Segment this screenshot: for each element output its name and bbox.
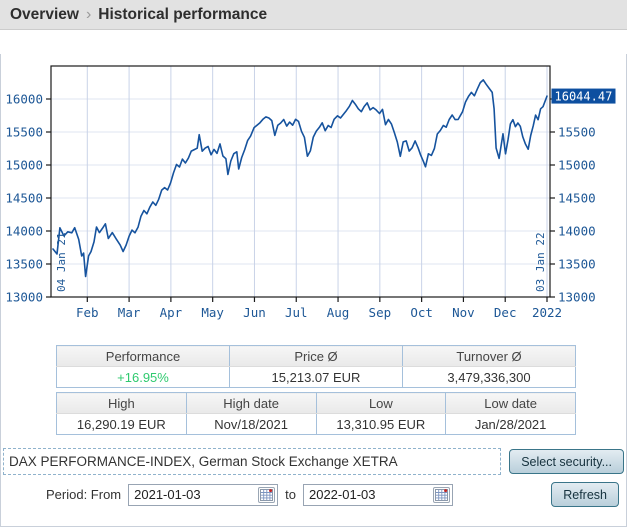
price-avg-value: 15,213.07 EUR xyxy=(230,367,403,388)
calendar-icon xyxy=(435,488,448,501)
svg-text:15500: 15500 xyxy=(558,125,596,140)
table-row: +16.95% 15,213.07 EUR 3,479,336,300 xyxy=(57,367,576,388)
svg-text:Jul: Jul xyxy=(285,305,308,320)
from-date-calendar-button[interactable] xyxy=(258,487,275,503)
svg-text:04 Jan 21: 04 Jan 21 xyxy=(55,232,68,292)
svg-text:15000: 15000 xyxy=(5,158,43,173)
svg-text:Dec: Dec xyxy=(494,305,517,320)
svg-text:14000: 14000 xyxy=(5,224,43,239)
to-date-input[interactable] xyxy=(303,484,453,506)
svg-text:16044.47: 16044.47 xyxy=(555,90,613,104)
turnover-avg-header: Turnover Ø xyxy=(403,346,576,367)
from-date-input[interactable] xyxy=(128,484,278,506)
svg-text:16000: 16000 xyxy=(5,92,43,107)
breadcrumb-separator-icon: › xyxy=(86,6,91,24)
svg-text:15500: 15500 xyxy=(5,125,43,140)
refresh-wrap: Refresh xyxy=(551,482,619,507)
svg-text:14500: 14500 xyxy=(558,191,596,206)
price-avg-header: Price Ø xyxy=(230,346,403,367)
page-title: Historical performance xyxy=(98,6,267,24)
period-to-label: to xyxy=(285,487,296,502)
svg-text:15000: 15000 xyxy=(558,158,596,173)
svg-text:Apr: Apr xyxy=(160,305,183,320)
calendar-icon xyxy=(260,488,273,501)
high-low-stats-table: High High date Low Low date 16,290.19 EU… xyxy=(56,392,576,435)
to-date-calendar-button[interactable] xyxy=(433,487,450,503)
svg-text:Jun: Jun xyxy=(243,305,266,320)
svg-text:May: May xyxy=(201,305,224,320)
svg-text:13500: 13500 xyxy=(5,257,43,272)
svg-text:13000: 13000 xyxy=(558,290,596,305)
period-from-label: Period: From xyxy=(46,487,121,502)
performance-stats-table: Performance Price Ø Turnover Ø +16.95% 1… xyxy=(56,345,576,388)
svg-text:13500: 13500 xyxy=(558,257,596,272)
price-chart: 13000 13000 13500 13500 14000 14000 14500 14500… xyxy=(1,54,623,334)
low-date-header: Low date xyxy=(446,393,576,414)
high-date-header: High date xyxy=(186,393,316,414)
svg-text:03 Jan 22: 03 Jan 22 xyxy=(534,232,547,292)
table-row: Performance Price Ø Turnover Ø xyxy=(57,346,576,367)
svg-text:2022: 2022 xyxy=(532,305,562,320)
breadcrumb-overview[interactable]: Overview xyxy=(10,6,79,24)
high-value: 16,290.19 EUR xyxy=(57,414,187,435)
high-date-value: Nov/18/2021 xyxy=(186,414,316,435)
svg-text:Aug: Aug xyxy=(327,305,350,320)
content-panel: 13000 13000 13500 13500 14000 14000 14500 14500… xyxy=(0,54,627,527)
svg-text:Sep: Sep xyxy=(369,305,392,320)
low-value: 13,310.95 EUR xyxy=(316,414,446,435)
performance-value: +16.95% xyxy=(57,367,230,388)
from-date-wrap xyxy=(128,484,278,506)
table-row: High High date Low Low date xyxy=(57,393,576,414)
selected-security-name: DAX PERFORMANCE-INDEX, German Stock Exch… xyxy=(9,454,398,469)
table-row: 16,290.19 EUR Nov/18/2021 13,310.95 EUR … xyxy=(57,414,576,435)
svg-text:Mar: Mar xyxy=(118,305,141,320)
security-row: DAX PERFORMANCE-INDEX, German Stock Exch… xyxy=(3,448,624,475)
svg-text:13000: 13000 xyxy=(5,290,43,305)
svg-text:14500: 14500 xyxy=(5,191,43,206)
turnover-avg-value: 3,479,336,300 xyxy=(403,367,576,388)
selected-security-box: DAX PERFORMANCE-INDEX, German Stock Exch… xyxy=(3,448,501,475)
svg-text:14000: 14000 xyxy=(558,224,596,239)
svg-text:Nov: Nov xyxy=(452,305,475,320)
refresh-button[interactable]: Refresh xyxy=(551,482,619,507)
low-date-value: Jan/28/2021 xyxy=(446,414,576,435)
performance-header: Performance xyxy=(57,346,230,367)
period-row: Period: From to Refre xyxy=(1,482,626,507)
to-date-wrap xyxy=(303,484,453,506)
select-security-button[interactable]: Select security... xyxy=(509,449,624,474)
high-header: High xyxy=(57,393,187,414)
breadcrumb: Overview › Historical performance xyxy=(0,0,627,30)
svg-text:Feb: Feb xyxy=(76,305,99,320)
low-header: Low xyxy=(316,393,446,414)
svg-text:Oct: Oct xyxy=(410,305,433,320)
